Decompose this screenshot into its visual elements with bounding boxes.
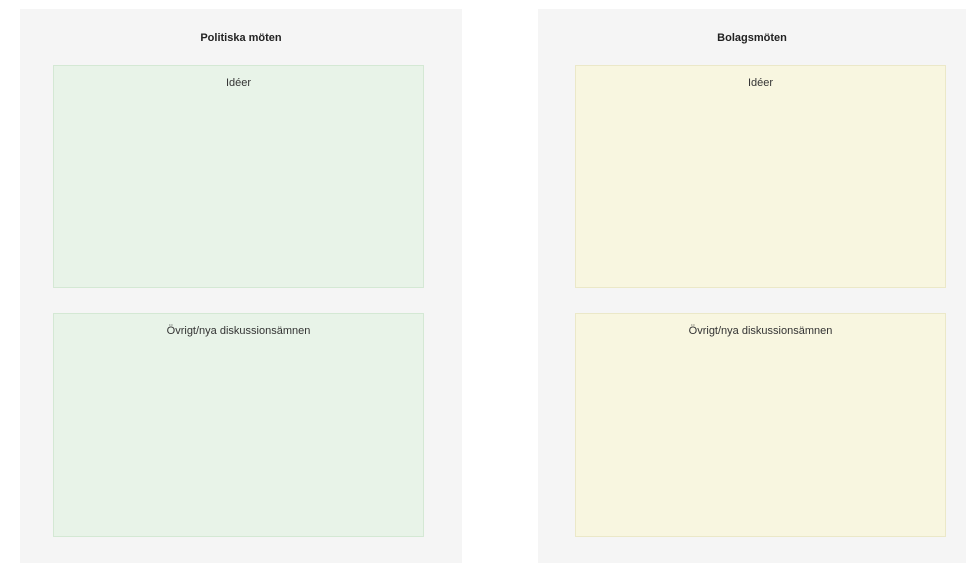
- board-title: Bolagsmöten: [717, 32, 787, 44]
- board-title: Politiska möten: [200, 32, 282, 44]
- section-ideer[interactable]: Idéer: [53, 65, 424, 288]
- section-label: Idéer: [747, 77, 774, 89]
- board-politiska-moten: Politiska möten Idéer Övrigt/nya diskuss…: [20, 9, 462, 563]
- section-label: Övrigt/nya diskussionsämnen: [166, 325, 311, 337]
- section-ovrigt[interactable]: Övrigt/nya diskussionsämnen: [575, 313, 946, 537]
- board-bolagsmoten: Bolagsmöten Idéer Övrigt/nya diskussions…: [538, 9, 966, 563]
- section-label: Övrigt/nya diskussionsämnen: [688, 325, 833, 337]
- section-ovrigt[interactable]: Övrigt/nya diskussionsämnen: [53, 313, 424, 537]
- section-label: Idéer: [225, 77, 252, 89]
- section-ideer[interactable]: Idéer: [575, 65, 946, 288]
